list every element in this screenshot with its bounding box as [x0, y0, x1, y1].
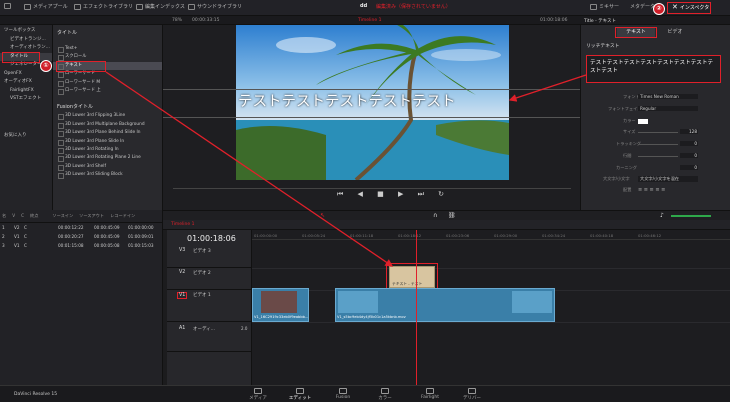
media-icon [254, 388, 262, 394]
deliver-icon [468, 388, 476, 394]
nav-edit[interactable]: エディット [280, 388, 320, 401]
nav-media[interactable]: メディア [238, 388, 278, 401]
edit-icon [296, 388, 304, 394]
color-icon [381, 388, 389, 394]
nav-fusion[interactable]: Fusion [323, 388, 363, 400]
fusion-icon [339, 388, 347, 394]
nav-color[interactable]: カラー [365, 388, 405, 401]
fairlight-icon [426, 388, 434, 394]
nav-deliver[interactable]: デリバー [452, 388, 492, 401]
annotation-arrows [105, 71, 587, 267]
app-name: DaVinci Resolve 15 [14, 392, 58, 397]
nav-fairlight[interactable]: Fairlight [410, 388, 450, 400]
